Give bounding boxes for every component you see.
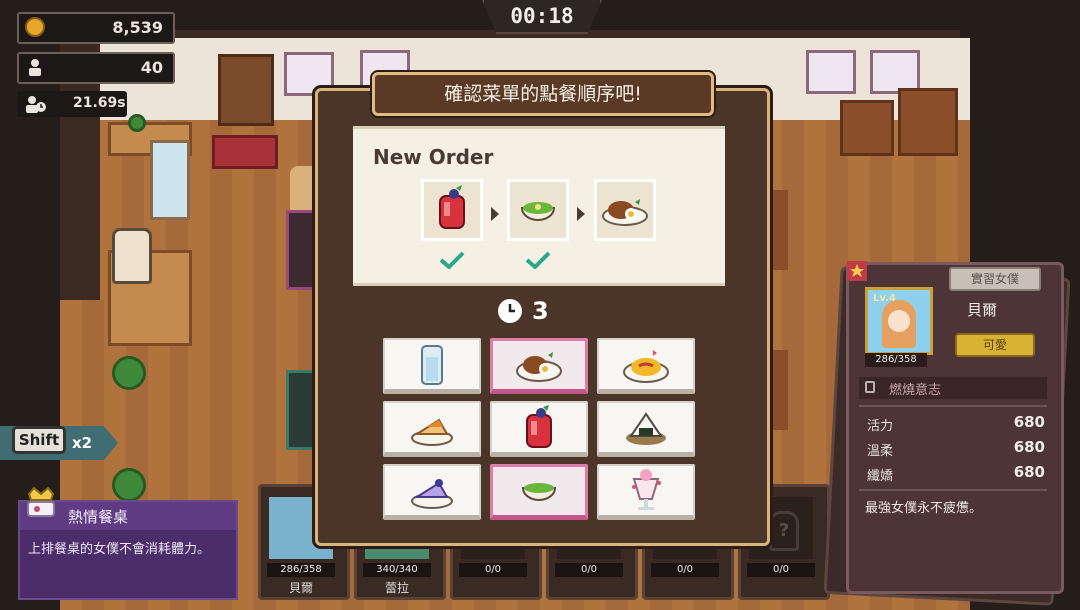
hamburg-steak-icon <box>516 352 562 382</box>
cabinet <box>898 88 958 156</box>
hamburg-steak-icon <box>602 199 648 226</box>
locked-skill-row: 燃燒意志 <box>859 377 1047 399</box>
maid-trait-button[interactable]: 可愛 <box>955 333 1035 357</box>
menu-item-parfait[interactable] <box>597 464 695 520</box>
lock-icon <box>865 381 875 393</box>
staff-hp: 0/0 <box>459 563 527 577</box>
clock-icon <box>498 299 522 323</box>
green-soup-icon <box>520 202 556 221</box>
chair <box>768 350 788 430</box>
potted-plant-icon <box>112 356 146 390</box>
average-time-value: 21.69s <box>73 95 126 111</box>
staff-hp: 0/0 <box>555 563 623 577</box>
berry-drink-icon <box>526 404 552 448</box>
shift-key-button[interactable]: Shift <box>12 426 66 454</box>
stat-value: 680 <box>1013 463 1045 481</box>
stat-value: 680 <box>1013 438 1045 456</box>
maid-description: 最強女僕永不疲憊。 <box>865 501 983 516</box>
star-icon <box>847 261 867 281</box>
menu-item-blueberry-cake[interactable] <box>383 464 481 520</box>
maid-level: Lv.4 <box>873 293 896 304</box>
coin-value: 8,539 <box>112 18 163 37</box>
menu-item-green-soup[interactable] <box>490 464 588 520</box>
menu-item-berry-drink[interactable] <box>490 401 588 457</box>
next-arrow-icon <box>491 207 499 221</box>
order-item-slot <box>421 179 483 241</box>
menu-item-onigiri[interactable] <box>597 401 695 457</box>
menu-item-water[interactable] <box>383 338 481 394</box>
order-item-slot <box>507 179 569 241</box>
wall-poster <box>806 50 856 94</box>
parfait-icon <box>632 468 661 510</box>
locked-skill-name: 燃燒意志 <box>889 383 942 398</box>
round-timer: 00:18 <box>482 0 602 34</box>
next-arrow-icon <box>577 207 585 221</box>
menu-item-cake-slice[interactable] <box>383 401 481 457</box>
customer-counter: 40 <box>17 52 175 84</box>
check-icon <box>439 251 465 269</box>
stat-label: 纖嬌 <box>867 469 894 484</box>
small-plant-icon <box>128 114 146 132</box>
stat-value: 680 <box>1013 413 1045 431</box>
staff-name: 貝爾 <box>288 581 313 595</box>
table-info-description: 上排餐桌的女僕不會消耗體力。 <box>28 542 211 557</box>
omelette-rice-icon <box>623 349 669 383</box>
coin-counter: 8,539 <box>17 12 175 44</box>
maid-hp: 286/358 <box>865 353 927 367</box>
check-icon <box>525 251 551 269</box>
order-time-left: 3 <box>532 297 549 325</box>
average-time: 21.69s <box>17 91 127 117</box>
cabinet <box>840 100 894 156</box>
crown-table-icon <box>27 486 55 517</box>
customer-icon <box>29 59 41 76</box>
unknown-slot-icon: ? <box>769 511 799 551</box>
stat-label: 溫柔 <box>867 444 894 459</box>
customer-value: 40 <box>140 58 163 77</box>
divider <box>859 489 1047 491</box>
coin-icon <box>25 17 45 37</box>
order-item-slot <box>594 179 656 241</box>
staff-hp: 340/340 <box>363 563 431 577</box>
staff-hp: 0/0 <box>747 563 815 577</box>
chair <box>768 190 788 270</box>
maid-name: 貝爾 <box>967 301 998 319</box>
staff-name: 蕾拉 <box>384 581 409 595</box>
speed-multiplier: x2 <box>72 434 93 452</box>
water-glass-icon <box>421 344 443 385</box>
maid-face <box>888 310 910 332</box>
maid-card[interactable]: 實習女僕 Lv.4 286/358 貝爾 可愛 燃燒意志 活力 680 溫柔 6… <box>846 261 1064 594</box>
potted-plant-icon <box>112 468 146 502</box>
divider <box>859 405 1047 407</box>
maid-rank-tag: 實習女僕 <box>949 267 1041 291</box>
entrance-rug <box>212 135 278 169</box>
order-title: New Order <box>373 145 494 169</box>
door <box>218 54 274 126</box>
stat-label: 活力 <box>867 419 894 434</box>
blueberry-cake-icon <box>411 478 453 509</box>
green-soup-icon <box>521 483 557 501</box>
berry-drink-icon <box>439 185 465 229</box>
staff-hp: 286/358 <box>267 563 335 577</box>
onigiri-icon <box>626 411 666 445</box>
cake-display-case <box>150 140 190 220</box>
staff-hp: 0/0 <box>651 563 719 577</box>
menu-item-hamburg-steak[interactable] <box>490 338 588 394</box>
menu-item-omelette-rice[interactable] <box>597 338 695 394</box>
cake-slice-icon <box>411 418 453 446</box>
new-order-card: New Order <box>353 126 725 286</box>
table-info-title: 熱情餐桌 <box>68 508 129 526</box>
customer-time-icon <box>26 96 46 113</box>
dialog-title: 確認菜單的點餐順序吧! <box>372 72 714 116</box>
menu-grid <box>383 338 697 520</box>
cashier-character <box>112 228 152 284</box>
